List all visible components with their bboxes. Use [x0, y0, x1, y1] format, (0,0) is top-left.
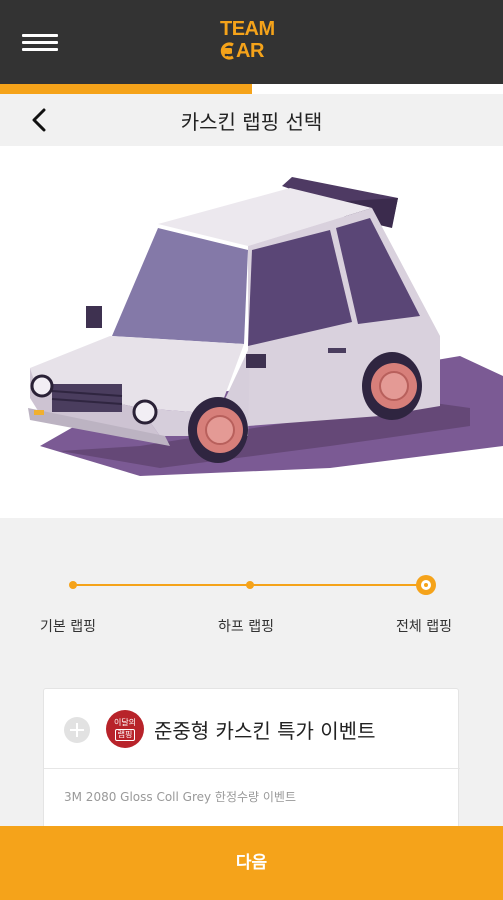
step-dot-half[interactable] — [246, 581, 254, 589]
hamburger-menu-icon[interactable] — [22, 34, 58, 52]
monthly-wrapping-badge: 이달의 랩핑 — [106, 710, 144, 748]
page-progress-bar — [0, 84, 503, 94]
logo-text-team: TEAM — [220, 18, 275, 40]
logo-car-icon — [220, 42, 234, 60]
step-label-half[interactable]: 하프 랩핑 — [218, 616, 274, 636]
menu-line — [22, 34, 58, 37]
step-dot-basic[interactable] — [69, 581, 77, 589]
event-card-header: 이달의 랩핑 준중형 카스킨 특가 이벤트 — [44, 689, 460, 769]
step-dot-full-selected[interactable] — [416, 575, 436, 595]
step-label-full[interactable]: 전체 랩핑 — [396, 616, 452, 636]
step-label-basic[interactable]: 기본 랩핑 — [40, 616, 96, 636]
car-preview-image — [0, 146, 503, 518]
badge-line1: 이달의 — [113, 718, 137, 727]
logo-text-ar: AR — [236, 40, 264, 62]
car-illustration — [28, 177, 503, 476]
event-description: 3M 2080 Gloss Coll Grey 한정수량 이벤트 — [64, 790, 297, 804]
app-header: TEAM AR — [0, 0, 503, 84]
wrapping-type-stepper: 기본 랩핑 하프 랩핑 전체 랩핑 — [0, 518, 503, 678]
plus-icon[interactable] — [64, 717, 90, 743]
event-title: 준중형 카스킨 특가 이벤트 — [154, 719, 376, 743]
team-car-logo[interactable]: TEAM AR — [216, 18, 288, 66]
menu-line — [22, 48, 58, 51]
page-title: 카스킨 랩핑 선택 — [180, 110, 323, 134]
menu-line — [22, 41, 58, 44]
next-button[interactable]: 다음 — [0, 826, 503, 900]
title-bar: 카스킨 랩핑 선택 — [0, 94, 503, 146]
page-progress-fill — [0, 84, 252, 94]
badge-line2: 랩핑 — [114, 729, 136, 741]
event-card[interactable]: 이달의 랩핑 준중형 카스킨 특가 이벤트 3M 2080 Gloss Coll… — [43, 688, 460, 838]
